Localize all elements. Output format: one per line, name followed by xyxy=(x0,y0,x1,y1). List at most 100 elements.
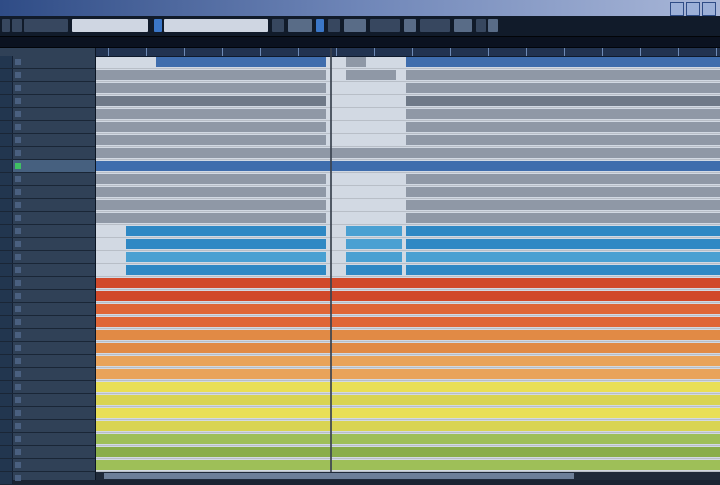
track-lane[interactable] xyxy=(96,264,720,277)
event-part[interactable] xyxy=(406,239,720,249)
event-part[interactable] xyxy=(96,434,720,444)
color-icon[interactable] xyxy=(476,19,486,32)
mute-icon[interactable] xyxy=(15,423,21,429)
event-part[interactable] xyxy=(96,356,720,366)
track-header[interactable] xyxy=(0,277,95,290)
track-lane[interactable] xyxy=(96,186,720,199)
grid-field[interactable] xyxy=(288,19,312,32)
event-part[interactable] xyxy=(96,421,720,431)
event-part[interactable] xyxy=(96,317,720,327)
maximize-button[interactable] xyxy=(686,2,700,16)
event-part[interactable] xyxy=(406,70,720,80)
track-lane[interactable] xyxy=(96,303,720,316)
event-part[interactable] xyxy=(96,83,326,93)
mute-icon[interactable] xyxy=(15,449,21,455)
mute-icon[interactable] xyxy=(15,202,21,208)
track-header[interactable] xyxy=(0,459,95,472)
track-header[interactable] xyxy=(0,394,95,407)
event-part[interactable] xyxy=(96,330,720,340)
event-part[interactable] xyxy=(96,369,720,379)
track-lane[interactable] xyxy=(96,251,720,264)
track-header[interactable] xyxy=(0,433,95,446)
track-lane[interactable] xyxy=(96,134,720,147)
mute-icon[interactable] xyxy=(15,306,21,312)
track-header[interactable] xyxy=(0,56,95,69)
event-part[interactable] xyxy=(346,265,402,275)
position-field[interactable] xyxy=(420,19,450,32)
event-part[interactable] xyxy=(96,122,326,132)
event-part[interactable] xyxy=(346,70,396,80)
mute-icon[interactable] xyxy=(15,332,21,338)
event-part[interactable] xyxy=(96,161,720,171)
track-lane[interactable] xyxy=(96,433,720,446)
event-part[interactable] xyxy=(96,304,720,314)
event-part[interactable] xyxy=(96,447,720,457)
track-header[interactable] xyxy=(0,303,95,316)
event-part[interactable] xyxy=(406,135,720,145)
zoom-button[interactable] xyxy=(272,19,284,32)
mute-icon[interactable] xyxy=(15,267,21,273)
event-part[interactable] xyxy=(96,213,326,223)
mute-icon[interactable] xyxy=(15,254,21,260)
event-part[interactable] xyxy=(406,213,720,223)
event-part[interactable] xyxy=(96,109,326,119)
mute-icon[interactable] xyxy=(15,358,21,364)
transport-button[interactable] xyxy=(24,19,68,32)
track-header[interactable] xyxy=(0,407,95,420)
track-header[interactable] xyxy=(0,147,95,160)
value-field[interactable] xyxy=(454,19,472,32)
event-part[interactable] xyxy=(96,408,720,418)
event-part[interactable] xyxy=(96,135,326,145)
track-lane[interactable] xyxy=(96,446,720,459)
snap-button[interactable] xyxy=(316,19,324,32)
track-lane[interactable] xyxy=(96,225,720,238)
mute-icon[interactable] xyxy=(15,85,21,91)
track-lane[interactable] xyxy=(96,342,720,355)
mute-icon[interactable] xyxy=(15,124,21,130)
event-part[interactable] xyxy=(126,252,326,262)
event-part[interactable] xyxy=(406,265,720,275)
event-part[interactable] xyxy=(96,70,326,80)
track-lane[interactable] xyxy=(96,277,720,290)
track-lane[interactable] xyxy=(96,108,720,121)
event-part[interactable] xyxy=(406,122,720,132)
mute-icon[interactable] xyxy=(15,150,21,156)
mute-icon[interactable] xyxy=(15,462,21,468)
event-part[interactable] xyxy=(156,57,326,67)
mute-icon[interactable] xyxy=(15,293,21,299)
track-header[interactable] xyxy=(0,368,95,381)
track-header[interactable] xyxy=(0,329,95,342)
track-lane[interactable] xyxy=(96,212,720,225)
track-lane[interactable] xyxy=(96,69,720,82)
track-lane[interactable] xyxy=(96,420,720,433)
event-part[interactable] xyxy=(96,460,720,470)
length-field[interactable] xyxy=(370,19,400,32)
track-header[interactable] xyxy=(0,381,95,394)
event-part[interactable] xyxy=(96,382,720,392)
track-lane[interactable] xyxy=(96,199,720,212)
mute-icon[interactable] xyxy=(15,189,21,195)
event-part[interactable] xyxy=(96,278,720,288)
track-header[interactable] xyxy=(0,446,95,459)
track-header[interactable] xyxy=(0,225,95,238)
mute-icon[interactable] xyxy=(15,371,21,377)
track-lane[interactable] xyxy=(96,316,720,329)
track-header[interactable] xyxy=(0,108,95,121)
event-part[interactable] xyxy=(406,109,720,119)
track-header[interactable] xyxy=(0,134,95,147)
track-header[interactable] xyxy=(0,472,95,485)
track-header[interactable] xyxy=(0,199,95,212)
quantize-field[interactable] xyxy=(164,19,268,32)
close-button[interactable] xyxy=(702,2,716,16)
mute-icon[interactable] xyxy=(15,137,21,143)
nudge-field[interactable] xyxy=(344,19,366,32)
event-part[interactable] xyxy=(406,57,720,67)
event-part[interactable] xyxy=(96,148,720,158)
track-lane[interactable] xyxy=(96,368,720,381)
track-header[interactable] xyxy=(0,212,95,225)
event-part[interactable] xyxy=(346,239,402,249)
track-lane[interactable] xyxy=(96,121,720,134)
event-part[interactable] xyxy=(96,200,326,210)
track-lane[interactable] xyxy=(96,147,720,160)
track-header[interactable] xyxy=(0,160,95,173)
